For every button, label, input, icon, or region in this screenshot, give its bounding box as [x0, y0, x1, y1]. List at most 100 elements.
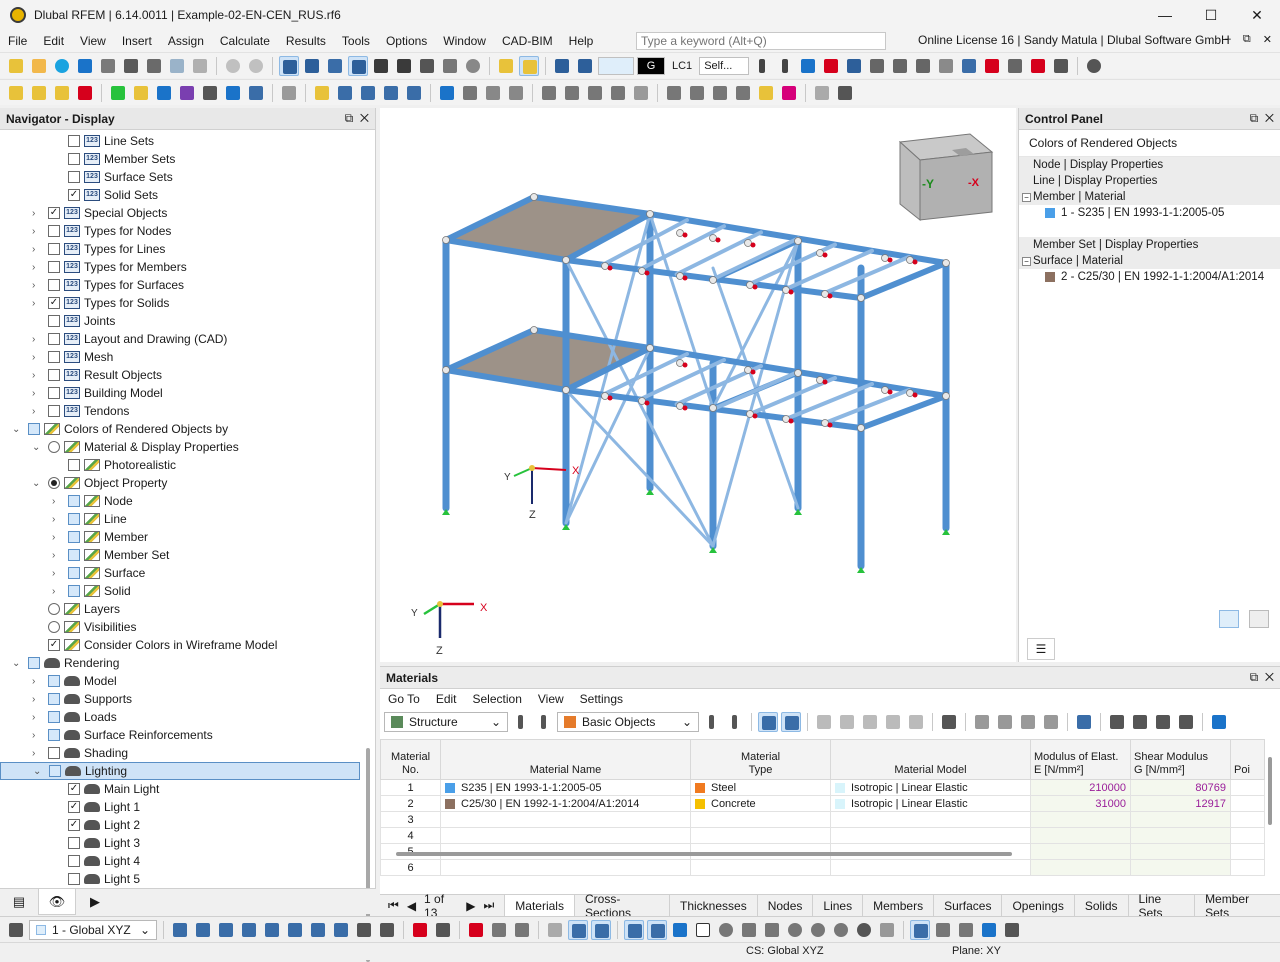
node-point[interactable] [881, 254, 889, 262]
cell-model[interactable] [830, 827, 1031, 844]
minimize-button[interactable]: — [1142, 0, 1188, 30]
nav-item-loads[interactable]: › Loads [0, 708, 360, 726]
undo-icon[interactable] [223, 56, 243, 76]
nav-item-types-for-members[interactable]: › 123 Types for Members [0, 258, 360, 276]
grid-snap-icon[interactable] [647, 919, 667, 940]
materials-menu-settings[interactable]: Settings [572, 692, 631, 706]
checkbox[interactable] [48, 747, 60, 759]
collapse-icon[interactable]: − [1022, 192, 1031, 202]
checkbox[interactable] [48, 315, 60, 327]
box-icon[interactable] [608, 83, 628, 103]
view-y-icon[interactable] [216, 920, 236, 940]
save-icon[interactable] [121, 56, 141, 76]
circle-x-icon[interactable] [716, 920, 736, 940]
tab-nodes[interactable]: Nodes [756, 894, 813, 917]
node-point[interactable] [906, 389, 914, 397]
ortho-icon[interactable] [624, 919, 644, 940]
menu-options[interactable]: Options [378, 34, 435, 48]
menu-window[interactable]: Window [435, 34, 494, 48]
lc-select[interactable]: Self... [699, 56, 750, 75]
nav-item-special-objects[interactable]: › ✓ 123 Special Objects [0, 204, 360, 222]
circle-2-icon[interactable] [808, 920, 828, 940]
checkbox[interactable] [48, 675, 60, 687]
nav-item-types-for-solids[interactable]: › ✓ 123 Types for Solids [0, 294, 360, 312]
chevron-right-icon[interactable]: › [32, 388, 42, 399]
navigator-toggle-icon[interactable] [279, 55, 299, 76]
nav-item-consider-colors-in-wireframe-model[interactable]: ✓ Consider Colors in Wireframe Model [0, 636, 360, 654]
view-iso-icon[interactable] [170, 920, 190, 940]
decimal-icon[interactable] [1209, 712, 1229, 732]
checkbox[interactable] [48, 351, 60, 363]
node-point[interactable] [676, 272, 684, 280]
cell-model[interactable]: Isotropic | Linear Elastic [830, 795, 1031, 812]
checkbox[interactable] [68, 153, 80, 165]
node-point[interactable] [709, 276, 717, 284]
menu-tools[interactable]: Tools [334, 34, 378, 48]
radio-button[interactable] [48, 603, 60, 615]
radio-button[interactable] [48, 477, 60, 489]
node-point[interactable] [782, 286, 790, 294]
cell-model[interactable]: Isotropic | Linear Elastic [830, 779, 1031, 796]
checkbox[interactable] [48, 711, 60, 723]
script-icon[interactable] [371, 56, 391, 76]
nav-item-types-for-surfaces[interactable]: › 123 Types for Surfaces [0, 276, 360, 294]
close-button[interactable]: ✕ [1234, 0, 1280, 30]
print-icon[interactable] [144, 56, 164, 76]
layers-icon[interactable] [417, 56, 437, 76]
cell-type[interactable] [690, 827, 831, 844]
node-point[interactable] [676, 229, 684, 237]
table-view-icon[interactable] [1074, 712, 1094, 732]
node-point[interactable] [709, 234, 717, 242]
member[interactable] [858, 260, 949, 301]
select-in-table-icon[interactable] [781, 712, 801, 732]
chevron-right-icon[interactable]: › [32, 280, 42, 291]
square-icon[interactable] [693, 920, 713, 940]
node-point[interactable] [442, 366, 450, 374]
checkbox[interactable]: ✓ [48, 297, 60, 309]
node-point[interactable] [442, 236, 450, 244]
redo-icon[interactable] [246, 56, 266, 76]
legend-group[interactable]: Node | Display Properties [1019, 157, 1280, 173]
display-tab-icon[interactable]: 👁 [38, 889, 76, 915]
checkbox[interactable] [68, 513, 80, 525]
lc-next-icon[interactable] [775, 56, 795, 76]
formula-icon[interactable] [1130, 712, 1150, 732]
checkbox[interactable]: ✓ [48, 207, 60, 219]
materials-menu-view[interactable]: View [530, 692, 572, 706]
section-icon[interactable] [933, 920, 953, 940]
legend-group[interactable]: Line | Display Properties [1019, 173, 1280, 189]
menu-cad-bim[interactable]: CAD-BIM [494, 34, 561, 48]
diagram-icon[interactable] [982, 56, 1002, 76]
magnet-icon[interactable] [75, 83, 95, 103]
cell-model[interactable] [830, 811, 1031, 828]
legend-group[interactable]: Member Set | Display Properties [1019, 237, 1280, 253]
view-cube[interactable]: -Y -X [898, 133, 994, 222]
view-fit-icon[interactable] [285, 920, 305, 940]
chevron-right-icon[interactable]: › [32, 352, 42, 363]
node-point[interactable] [744, 239, 752, 247]
lines-icon[interactable] [1002, 920, 1022, 940]
tab-materials[interactable]: Materials [504, 894, 574, 917]
cell-G[interactable] [1130, 827, 1231, 844]
arch-icon[interactable] [483, 83, 503, 103]
menu-calculate[interactable]: Calculate [212, 34, 278, 48]
checkbox[interactable] [68, 171, 80, 183]
solid-icon[interactable] [936, 56, 956, 76]
nav-item-lighting[interactable]: ⌄ Lighting [0, 762, 360, 780]
frame-3-icon[interactable] [381, 83, 401, 103]
view-clip-icon[interactable] [331, 920, 351, 940]
radio-button[interactable] [48, 441, 60, 453]
cell-type[interactable] [690, 811, 831, 828]
select-2-icon[interactable] [177, 83, 197, 103]
curve-icon[interactable] [539, 83, 559, 103]
node-point[interactable] [857, 294, 865, 302]
xxx2-icon[interactable] [1005, 56, 1025, 76]
dimension-icon[interactable] [325, 56, 345, 76]
cell-type[interactable] [690, 859, 831, 876]
node-point[interactable] [746, 410, 754, 418]
tab-lines[interactable]: Lines [812, 894, 862, 917]
checkbox[interactable] [48, 279, 60, 291]
sheet-icon[interactable] [440, 56, 460, 76]
cell-no[interactable]: 6 [380, 859, 441, 876]
checkbox[interactable]: ✓ [68, 189, 80, 201]
